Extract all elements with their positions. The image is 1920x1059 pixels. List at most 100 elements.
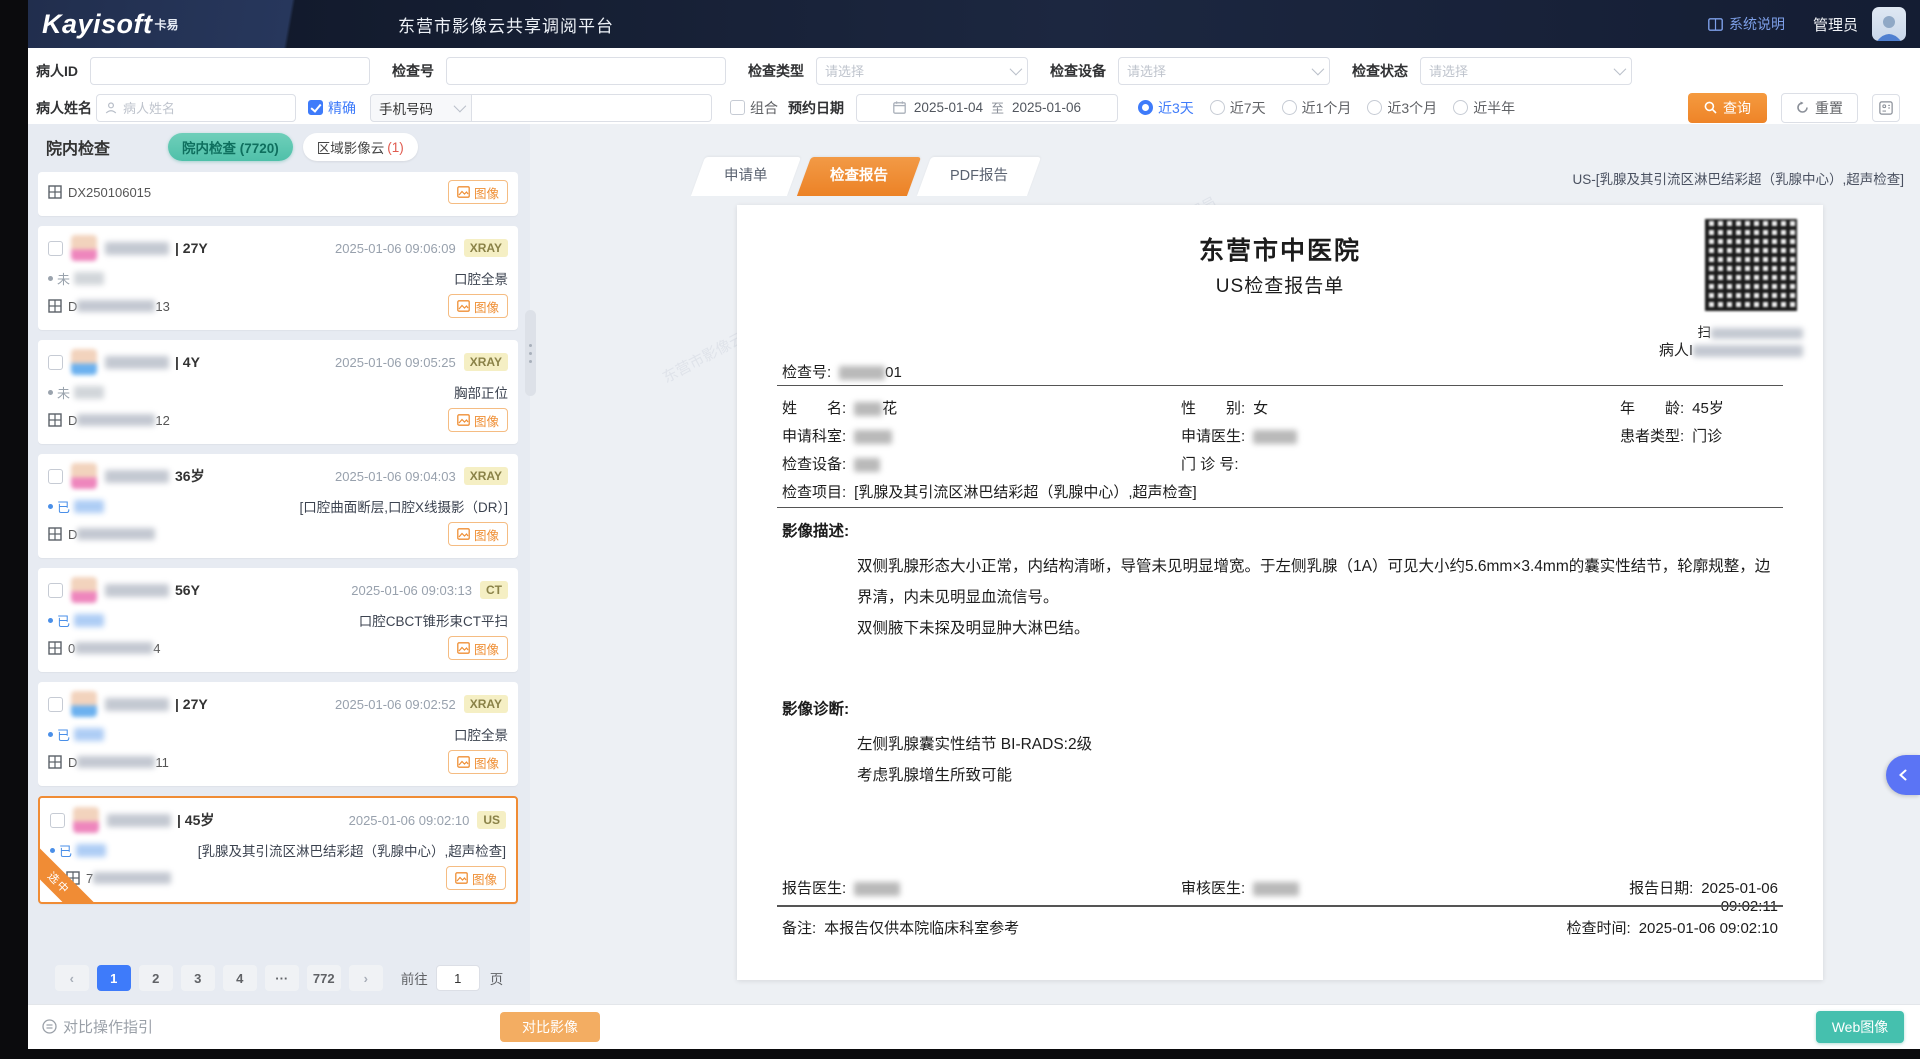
tab-regional-cloud[interactable]: 区域影像云(1)	[303, 133, 418, 161]
tab-exam-report[interactable]: 检查报告	[796, 157, 920, 196]
report-date-value: 2025-01-06 09:02:11	[1701, 880, 1778, 915]
image-button[interactable]: 图像	[448, 294, 508, 318]
reset-button[interactable]: 重置	[1781, 93, 1858, 123]
compare-guide-link[interactable]: 对比操作指引	[42, 1016, 153, 1037]
exam-list-item[interactable]: | 27Y 2025-01-06 09:06:09 XRAY 未 口腔全景 D1…	[38, 226, 518, 330]
image-button[interactable]: 图像	[448, 750, 508, 774]
user-avatar[interactable]	[1872, 7, 1906, 41]
patient-avatar	[73, 807, 99, 833]
image-icon	[457, 300, 470, 312]
goto-page-input[interactable]	[436, 965, 480, 991]
patient-id-input[interactable]	[90, 57, 370, 85]
exam-list-item[interactable]: | 27Y 2025-01-06 09:02:52 XRAY 已 口腔全景 D1…	[38, 682, 518, 786]
description-paragraph: 双侧乳腺形态大小正常，内结构清晰，导管未见明显增宽。于左侧乳腺（1A）可见大小约…	[857, 551, 1778, 613]
image-icon	[457, 528, 470, 540]
patient-avatar	[71, 235, 97, 261]
phone-input[interactable]	[472, 94, 712, 122]
exam-time-value: 2025-01-06 09:02:10	[1639, 920, 1778, 937]
combo-checkbox[interactable]	[730, 100, 745, 115]
item-checkbox[interactable]	[50, 813, 65, 828]
status-redacted	[74, 272, 104, 285]
status-placeholder: 请选择	[1429, 61, 1468, 80]
patient-avatar	[71, 691, 97, 717]
item-checkbox[interactable]	[48, 469, 63, 484]
exam-type-select[interactable]: 请选择	[816, 57, 1028, 85]
page-button-4[interactable]: 4	[223, 965, 257, 991]
exam-list: DX250106015 图像 | 27Y 2025-01-06 09:06:09	[38, 172, 518, 949]
image-button[interactable]: 图像	[448, 636, 508, 660]
patient-name-redacted	[105, 470, 169, 483]
range-6m-radio[interactable]	[1453, 100, 1468, 115]
page-button-2[interactable]: 2	[139, 965, 173, 991]
tab-inhospital[interactable]: 院内检查 (7720)	[168, 133, 293, 161]
app-window: Kayisoft 卡易 东营市影像云共享调阅平台 系统说明 管理员 病人ID 检…	[28, 0, 1920, 1049]
exam-list-item[interactable]: DX250106015 图像	[38, 172, 518, 216]
range-3d-label[interactable]: 近3天	[1158, 98, 1194, 118]
range-1m-radio[interactable]	[1282, 100, 1297, 115]
collapse-panel-button[interactable]	[1886, 755, 1920, 795]
panel-splitter[interactable]	[525, 310, 536, 396]
status-text: 未	[57, 269, 70, 288]
range-6m-label[interactable]: 近半年	[1473, 98, 1515, 118]
exam-list-item-selected[interactable]: | 45岁 2025-01-06 09:02:10 US 已 [乳腺及其引流区淋…	[38, 796, 518, 904]
exam-datetime: 2025-01-06 09:06:09	[335, 241, 456, 256]
exact-label: 精确	[328, 98, 356, 118]
name-label: 姓 名:	[782, 400, 846, 417]
film-icon	[48, 413, 62, 427]
range-3m-radio[interactable]	[1367, 100, 1382, 115]
report-date-label: 报告日期:	[1629, 880, 1693, 897]
modality-badge: CT	[480, 581, 508, 599]
image-button[interactable]: 图像	[448, 522, 508, 546]
range-3d-radio[interactable]	[1138, 100, 1153, 115]
device-select[interactable]: 请选择	[1118, 57, 1330, 85]
status-select[interactable]: 请选择	[1420, 57, 1632, 85]
search-button[interactable]: 查询	[1688, 93, 1767, 123]
layout-toggle-button[interactable]	[1872, 94, 1900, 122]
accession-number: D	[68, 527, 155, 542]
accession-number: D12	[68, 413, 170, 428]
exam-list-item[interactable]: 56Y 2025-01-06 09:03:13 CT 已 口腔CBCT锥形束CT…	[38, 568, 518, 672]
exam-no-input[interactable]	[446, 57, 726, 85]
item-checkbox[interactable]	[48, 355, 63, 370]
image-button[interactable]: 图像	[448, 180, 508, 204]
page-button-3[interactable]: 3	[181, 965, 215, 991]
book-icon	[1708, 18, 1723, 31]
patient-id-line: 病人I	[1543, 339, 1803, 360]
req-doctor-label: 申请医生:	[1181, 428, 1245, 445]
note-value: 本报告仅供本院临床科室参考	[824, 920, 1019, 937]
prev-page-button[interactable]: ‹	[55, 965, 89, 991]
patient-avatar	[71, 349, 97, 375]
image-button[interactable]: 图像	[446, 866, 506, 890]
item-checkbox[interactable]	[48, 583, 63, 598]
exam-list-item[interactable]: 36岁 2025-01-06 09:04:03 XRAY 已 [口腔曲面断层,口…	[38, 454, 518, 558]
range-7d-label[interactable]: 近7天	[1230, 98, 1266, 118]
exact-checkbox[interactable]	[308, 100, 323, 115]
item-checkbox[interactable]	[48, 241, 63, 256]
patient-avatar	[71, 463, 97, 489]
phone-field-select[interactable]: 手机号码	[370, 94, 472, 122]
username[interactable]: 管理员	[1813, 14, 1858, 35]
tab-request-form[interactable]: 申请单	[691, 157, 801, 196]
page-button-1[interactable]: 1	[97, 965, 131, 991]
exam-type-label: 检查类型	[748, 61, 804, 81]
system-help-link[interactable]: 系统说明	[1708, 14, 1785, 34]
page-ellipsis[interactable]: ···	[265, 965, 299, 991]
tab-pdf-report[interactable]: PDF报告	[916, 157, 1040, 196]
range-1m-label[interactable]: 近1个月	[1302, 98, 1352, 118]
status-text: 已	[57, 725, 70, 744]
patient-type-label: 患者类型:	[1620, 428, 1684, 445]
web-image-button[interactable]: Web图像	[1816, 1011, 1904, 1043]
page-button-last[interactable]: 772	[307, 965, 341, 991]
range-3m-label[interactable]: 近3个月	[1387, 98, 1437, 118]
next-page-button[interactable]: ›	[349, 965, 383, 991]
date-range-picker[interactable]: 2025-01-04 至 2025-01-06	[856, 94, 1118, 122]
image-button[interactable]: 图像	[448, 408, 508, 432]
range-7d-radio[interactable]	[1210, 100, 1225, 115]
exam-list-item[interactable]: | 4Y 2025-01-06 09:05:25 XRAY 未 胸部正位 D12	[38, 340, 518, 444]
compare-guide-label: 对比操作指引	[63, 1016, 153, 1037]
item-checkbox[interactable]	[48, 697, 63, 712]
guide-icon	[42, 1019, 57, 1034]
compare-images-button[interactable]: 对比影像	[500, 1012, 600, 1042]
hospital-name: 东营市中医院	[782, 231, 1778, 267]
patient-name-input[interactable]: 病人姓名	[96, 94, 296, 122]
